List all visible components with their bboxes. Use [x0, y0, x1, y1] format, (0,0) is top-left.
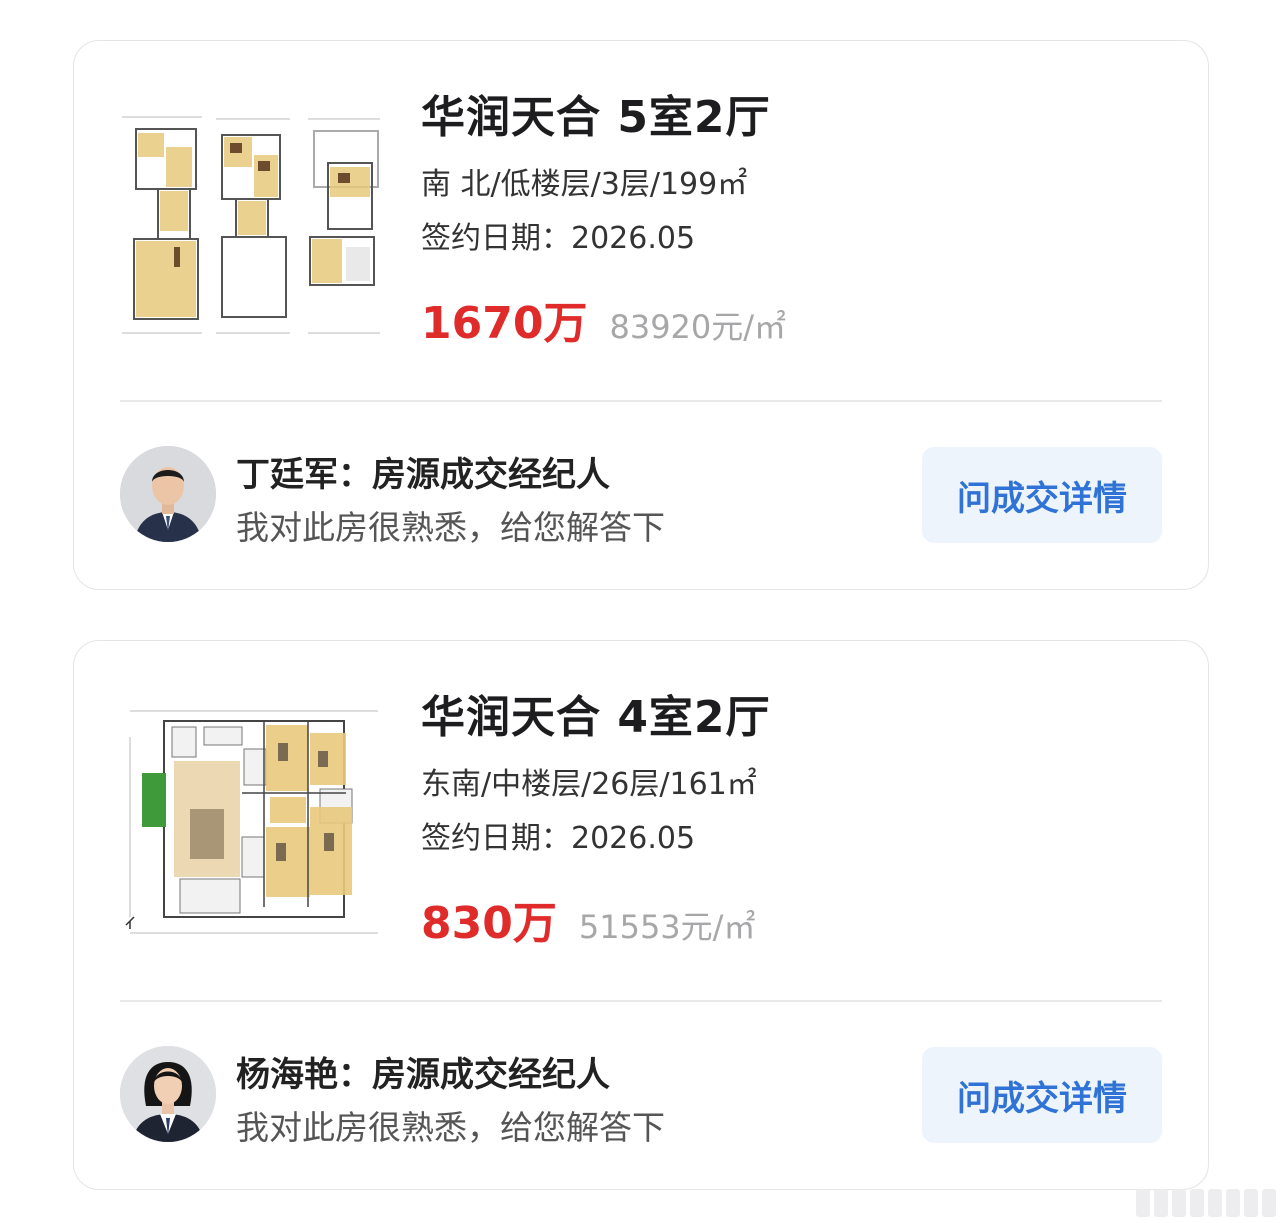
listing-meta: 东南/中楼层/26层/161㎡	[421, 767, 757, 802]
watermark-icon	[1136, 1189, 1276, 1217]
listing-title[interactable]: 华润天合 4室2厅	[421, 681, 771, 745]
agent-description: 我对此房很熟悉，给您解答下	[236, 1108, 665, 1147]
floorplan-image[interactable]	[122, 97, 384, 347]
listing-card[interactable]: 华润天合 4室2厅 东南/中楼层/26层/161㎡ 签约日期：2026.05 8…	[73, 640, 1209, 1190]
listing-title[interactable]: 华润天合 5室2厅	[421, 81, 771, 145]
sign-date: 签约日期：2026.05	[421, 221, 696, 256]
listing-card[interactable]: 华润天合 5室2厅 南 北/低楼层/3层/199㎡ 签约日期：2026.05 1…	[73, 40, 1209, 590]
agent-avatar[interactable]	[120, 1046, 216, 1142]
sign-date: 签约日期：2026.05	[421, 821, 696, 856]
agent-name: 杨海艳：房源成交经纪人	[236, 1055, 610, 1095]
price-row: 1670万 83920元/㎡	[421, 287, 786, 351]
ask-deal-details-button[interactable]: 问成交详情	[922, 447, 1162, 543]
unit-price: 51553元/㎡	[578, 908, 756, 946]
unit-price: 83920元/㎡	[609, 308, 787, 346]
agent-description: 我对此房很熟悉，给您解答下	[236, 508, 665, 547]
listing-meta: 南 北/低楼层/3层/199㎡	[421, 167, 748, 202]
total-price: 1670万	[421, 298, 588, 349]
divider	[120, 1000, 1162, 1002]
price-row: 830万 51553元/㎡	[421, 887, 755, 951]
floorplan-image[interactable]	[122, 697, 384, 947]
agent-name: 丁廷军：房源成交经纪人	[236, 455, 610, 495]
divider	[120, 400, 1162, 402]
agent-avatar[interactable]	[120, 446, 216, 542]
total-price: 830万	[421, 898, 557, 949]
ask-deal-details-button[interactable]: 问成交详情	[922, 1047, 1162, 1143]
page: 华润天合 5室2厅 南 北/低楼层/3层/199㎡ 签约日期：2026.05 1…	[0, 0, 1284, 1223]
